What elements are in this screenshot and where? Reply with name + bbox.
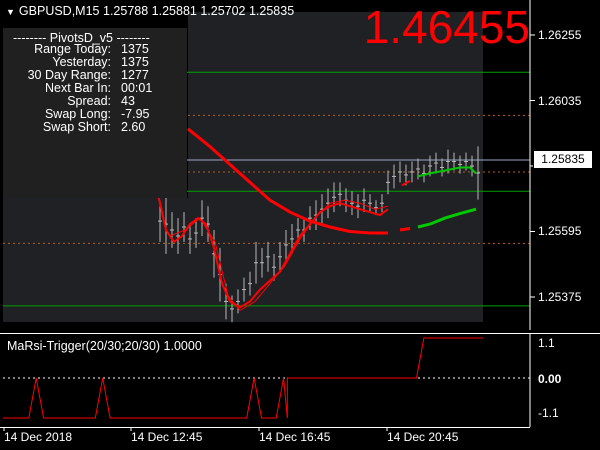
pivots-label: Swap Short: bbox=[42, 120, 111, 134]
indicator-tick-label: 1.1 bbox=[538, 336, 555, 350]
ohlc-values: 1.25788 1.25881 1.25702 1.25835 bbox=[103, 4, 295, 18]
time-tick-label: 14 Dec 16:45 bbox=[259, 430, 331, 444]
indicator-tick-label: -1.1 bbox=[538, 406, 559, 420]
time-tick-label: 14 Dec 2018 bbox=[4, 430, 73, 444]
indicator-label: MaRsi-Trigger(20/30;20/30) 1.0000 bbox=[7, 339, 202, 353]
price-tick-label: 1.25375 bbox=[538, 290, 582, 304]
pivots-row: Swap Short: 2.60 bbox=[3, 121, 187, 134]
pivots-value: 2.60 bbox=[121, 120, 146, 134]
indicator-tick-label: 0.00 bbox=[538, 372, 562, 386]
pivots-panel: -------- PivotsD_v5 -------- Range Today… bbox=[3, 28, 187, 198]
slow-ma-red-tail bbox=[399, 227, 411, 232]
price-tick-label: 1.26035 bbox=[538, 94, 582, 108]
price-tick-label: 1.26255 bbox=[538, 28, 582, 42]
big-price-display: 1.46455 bbox=[363, 1, 530, 53]
price-tick-label: 1.25595 bbox=[538, 224, 582, 238]
chart-header: ▼ GBPUSD,M15 1.25788 1.25881 1.25702 1.25… bbox=[6, 4, 294, 18]
symbol-timeframe: GBPUSD,M15 bbox=[18, 4, 100, 18]
collapse-triangle-icon[interactable]: ▼ bbox=[6, 7, 15, 17]
time-tick-label: 14 Dec 12:45 bbox=[131, 430, 203, 444]
current-price-tag: 1.25835 bbox=[533, 150, 593, 169]
time-tick-label: 14 Dec 20:45 bbox=[387, 430, 459, 444]
